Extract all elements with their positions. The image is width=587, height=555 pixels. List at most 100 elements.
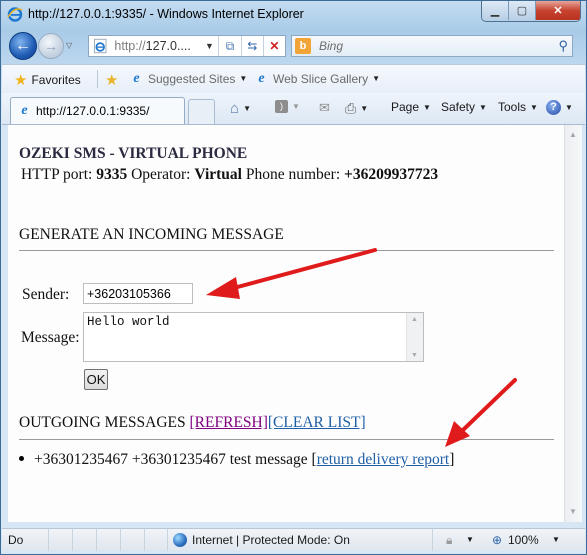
safety-menu-label: Safety: [441, 100, 476, 114]
lock-icon: 🔒︎: [446, 533, 453, 547]
zoom-icon: ⊕: [492, 533, 503, 547]
refresh-link[interactable]: [REFRESH]: [190, 414, 268, 431]
feeds-button[interactable]: ) ▼: [275, 100, 300, 113]
sender-label: Sender:: [22, 286, 70, 303]
zoom-control[interactable]: ⊕ 100% ▼: [486, 529, 566, 551]
favorites-item-web-slice-gallery[interactable]: e Web Slice Gallery ▼: [254, 71, 380, 86]
zone-text: Internet | Protected Mode: On: [192, 533, 350, 547]
chevron-down-icon: ▼: [292, 102, 300, 111]
search-icon[interactable]: ⚲: [558, 38, 568, 54]
favorites-bar: ★ Favorites ★ e Suggested Sites ▼ e Web …: [2, 64, 585, 94]
message-text: Hello world: [87, 315, 170, 329]
clear-list-link[interactable]: [CLEAR LIST]: [268, 414, 366, 431]
favorites-item-label: Suggested Sites: [148, 71, 236, 86]
maximize-icon: ▢: [516, 5, 528, 17]
scroll-down-icon[interactable]: ▼: [569, 507, 577, 516]
phone-label: Phone number:: [242, 166, 345, 183]
scroll-down-icon: ▼: [411, 351, 418, 359]
scroll-up-icon: ▲: [411, 315, 418, 323]
security-zone[interactable]: Internet | Protected Mode: On: [167, 529, 433, 551]
back-button[interactable]: ←: [9, 32, 37, 60]
status-cell: [96, 529, 121, 551]
favorites-item-suggested-sites[interactable]: e Suggested Sites ▼: [129, 71, 247, 86]
tools-menu-label: Tools: [498, 100, 527, 114]
chevron-down-icon: ▼: [243, 104, 251, 113]
address-bar[interactable]: http://127.0.... ▼ ⧉ ⇆ ✕: [88, 35, 286, 57]
status-cell: Do: [2, 529, 49, 551]
favorites-button[interactable]: ★ Favorites: [14, 71, 81, 89]
zoom-level: 100%: [508, 533, 539, 547]
sender-input[interactable]: [83, 283, 193, 304]
tab-label: http://127.0.0.1:9335/: [36, 104, 150, 118]
connection-info: HTTP port: 9335 Operator: Virtual Phone …: [21, 166, 438, 184]
minimize-icon: ▁: [490, 5, 500, 17]
new-tab-button[interactable]: [188, 99, 215, 124]
add-to-favorites-bar-button[interactable]: ★: [105, 71, 122, 89]
chevron-down-icon: ▼: [552, 535, 560, 544]
status-text: Do: [8, 533, 24, 547]
add-favorite-icon: ★: [105, 72, 119, 89]
divider: [97, 70, 98, 88]
port-value: 9335: [96, 166, 128, 183]
status-cell: [144, 529, 168, 551]
port-label: HTTP port:: [21, 166, 97, 183]
tab-active[interactable]: e http://127.0.0.1:9335/: [10, 97, 185, 124]
read-mail-button[interactable]: ✉: [319, 100, 330, 116]
stop-button[interactable]: ✕: [262, 36, 285, 56]
page-menu-label: Page: [391, 100, 420, 114]
page-scrollbar[interactable]: ▲ ▼: [564, 125, 582, 522]
bullet-icon: [19, 455, 24, 461]
refresh-button[interactable]: ⇆: [240, 36, 263, 56]
page-content: OZEKI SMS - VIRTUAL PHONE HTTP port: 933…: [8, 125, 564, 522]
close-window-button[interactable]: ✕: [536, 1, 580, 20]
phone-value: +36209937723: [344, 166, 439, 183]
forward-button[interactable]: →: [38, 33, 64, 59]
safety-menu[interactable]: Safety ▼: [441, 100, 487, 114]
tab-ie-icon: e: [21, 103, 28, 118]
search-input[interactable]: Bing: [319, 39, 558, 53]
status-cell: [48, 529, 73, 551]
return-delivery-report-link[interactable]: return delivery report: [317, 451, 450, 468]
compatibility-view-button[interactable]: ⧉: [218, 36, 240, 56]
textarea-scrollbar[interactable]: ▲ ▼: [406, 313, 423, 361]
home-button[interactable]: ⌂ ▼: [230, 100, 251, 117]
page-ie-icon: [93, 38, 107, 54]
message-label: Message:: [21, 329, 80, 346]
recent-pages-dropdown[interactable]: ▽: [66, 41, 72, 50]
ie-icon: e: [133, 70, 140, 86]
minimize-button[interactable]: ▁: [482, 1, 509, 20]
scroll-up-icon[interactable]: ▲: [569, 130, 577, 139]
divider: [19, 439, 554, 440]
print-button[interactable]: ⎙ ▼: [345, 100, 368, 117]
status-bar: Do Internet | Protected Mode: On 🔒︎ ▼ ⊕ …: [2, 528, 585, 551]
maximize-button[interactable]: ▢: [509, 1, 536, 20]
generate-heading: GENERATE AN INCOMING MESSAGE: [19, 226, 284, 243]
message-textarea[interactable]: Hello world ▲ ▼: [83, 312, 424, 362]
pop-up-blocker-button[interactable]: 🔒︎ ▼: [440, 529, 480, 551]
refresh-icon: ⇆: [247, 39, 258, 53]
home-icon: ⌂: [230, 100, 240, 117]
chevron-down-icon: ▼: [565, 103, 573, 112]
ok-button[interactable]: OK: [84, 369, 108, 390]
tools-menu[interactable]: Tools ▼: [498, 100, 538, 114]
chevron-down-icon: ▼: [466, 535, 474, 544]
help-icon: ?: [546, 100, 561, 115]
help-button[interactable]: ? ▼: [546, 100, 573, 115]
mail-icon: ✉: [319, 100, 330, 115]
address-dropdown-icon[interactable]: ▼: [205, 41, 218, 51]
address-input[interactable]: http://127.0....: [114, 39, 201, 53]
chevron-down-icon: ▼: [423, 102, 431, 112]
printer-icon: ⎙: [345, 100, 357, 116]
page-menu[interactable]: Page ▼: [391, 100, 431, 114]
chevron-down-icon: ▼: [360, 104, 369, 113]
chevron-down-icon: ▼: [372, 74, 381, 83]
chevron-down-icon: ▼: [239, 74, 248, 83]
chevron-down-icon: ▼: [479, 102, 487, 112]
browser-window: http://127.0.0.1:9335/ - Windows Interne…: [0, 0, 587, 555]
title-bar: http://127.0.0.1:9335/ - Windows Interne…: [1, 1, 586, 29]
ie-page-icon: e: [258, 70, 265, 86]
globe-icon: [173, 532, 187, 547]
search-box[interactable]: b Bing ⚲: [291, 35, 573, 57]
compatibility-icon: ⧉: [225, 38, 235, 53]
ie-logo-icon: [7, 7, 23, 22]
